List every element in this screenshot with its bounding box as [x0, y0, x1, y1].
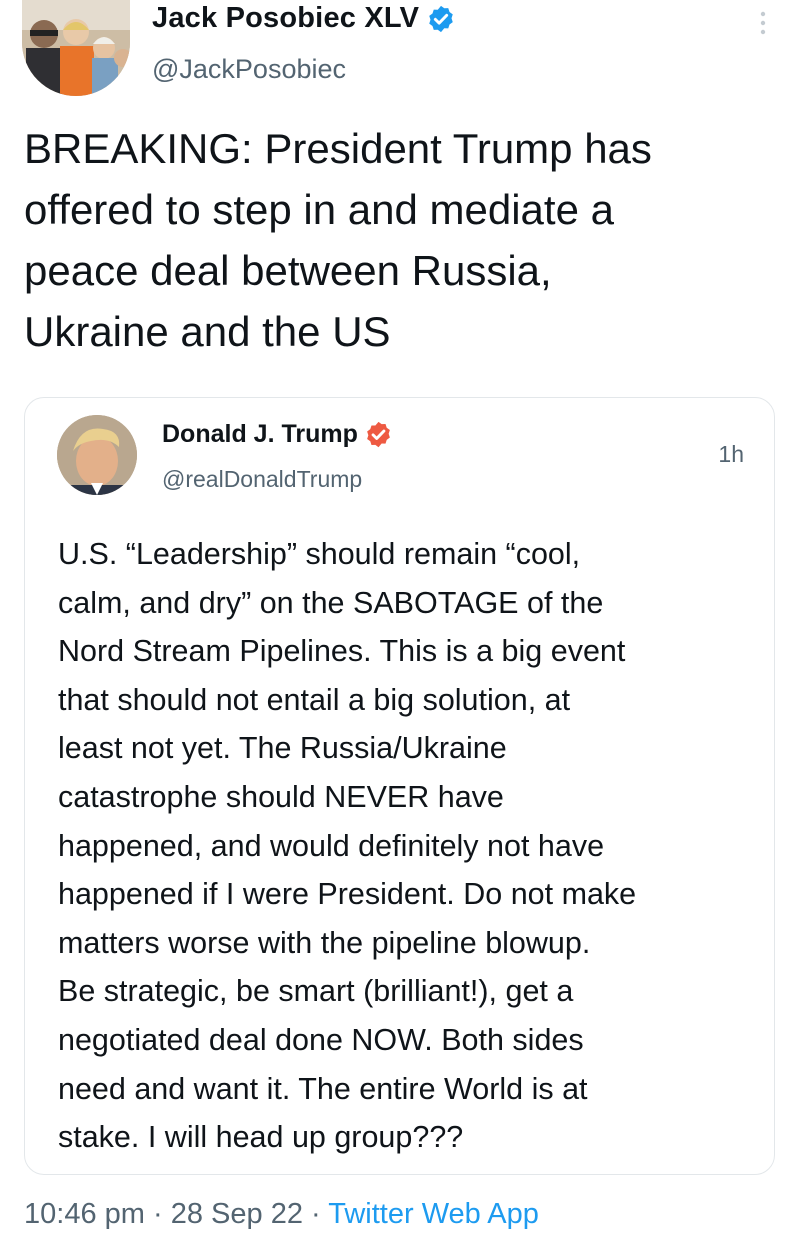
separator-dot: ·: [152, 1198, 163, 1230]
truth-verified-badge-icon: [367, 421, 390, 448]
quoted-tweet-card[interactable]: Donald J. Trump @realDonaldTrump 1h U.S.…: [24, 397, 775, 1175]
author-name-row[interactable]: Jack Posobiec XLV: [152, 2, 456, 35]
quoted-author-handle[interactable]: @realDonaldTrump: [162, 466, 362, 493]
author-display-name[interactable]: Jack Posobiec XLV: [152, 2, 419, 35]
quoted-author-display-name[interactable]: Donald J. Trump: [162, 420, 358, 449]
quoted-tweet-text: U.S. “Leadership” should remain “cool, c…: [58, 537, 637, 1155]
verified-badge-icon: [429, 5, 453, 32]
quoted-author-avatar[interactable]: [57, 415, 137, 495]
more-options-icon[interactable]: [756, 10, 770, 36]
quoted-tweet-time: 1h: [718, 441, 744, 467]
tweet-metadata: 10:46 pm · 28 Sep 22 · Twitter Web App: [24, 1198, 539, 1231]
tweet-date[interactable]: 28 Sep 22: [171, 1198, 303, 1230]
quoted-author-name-row[interactable]: Donald J. Trump: [162, 420, 393, 449]
author-avatar[interactable]: [22, 0, 130, 96]
separator-dot: ·: [311, 1198, 321, 1230]
tweet-time[interactable]: 10:46 pm: [24, 1198, 145, 1230]
tweet-text: BREAKING: President Trump has offered to…: [24, 125, 652, 355]
tweet-source-link[interactable]: Twitter Web App: [328, 1198, 539, 1230]
author-handle[interactable]: @JackPosobiec: [152, 54, 346, 85]
